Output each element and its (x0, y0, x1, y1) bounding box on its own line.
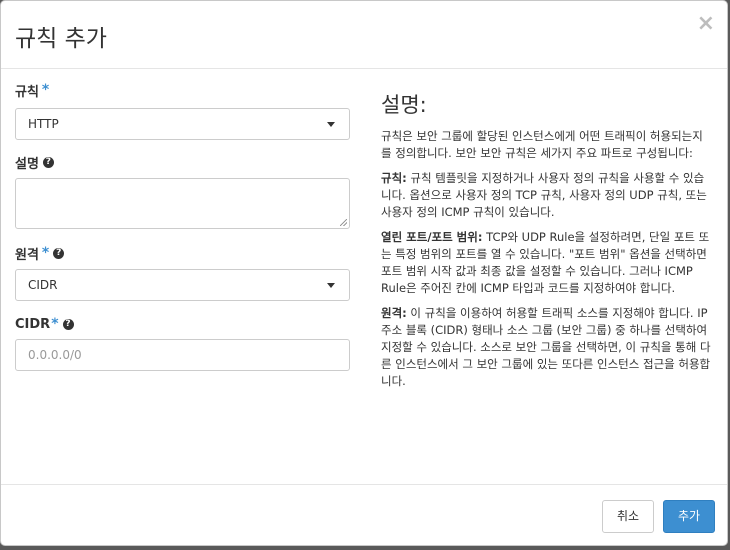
caret-down-icon (327, 122, 335, 127)
rule-select-value: HTTP (28, 117, 59, 131)
help-icon[interactable]: ? (62, 318, 74, 330)
help-port-term: 열린 포트/포트 범위: (381, 230, 483, 244)
description-textarea[interactable] (15, 178, 350, 229)
help-rule-term: 규칙: (381, 171, 407, 185)
help-rule-paragraph: 규칙: 규칙 템플릿을 지정하거나 사용자 정의 규칙을 사용할 수 있습니다.… (381, 170, 711, 221)
help-remote-paragraph: 원격: 이 규칙을 이용하여 허용할 트래픽 소스를 지정해야 합니다. IP … (381, 305, 711, 390)
cidr-label: CIDR * ? (15, 315, 74, 333)
help-icon[interactable]: ? (42, 156, 54, 168)
help-title: 설명: (381, 93, 427, 117)
help-remote-term: 원격: (381, 306, 407, 320)
help-icon[interactable]: ? (53, 247, 65, 259)
dialog-title: 규칙 추가 (15, 26, 107, 52)
remote-label: 원격 * ? (15, 244, 65, 263)
description-label: 설명 ? (15, 153, 54, 172)
required-icon: * (41, 245, 50, 261)
remote-label-text: 원격 (15, 247, 39, 263)
add-rule-dialog: 규칙 추가 × 규칙 * HTTP 설명 ? 원격 * ? CIDR CIDR … (0, 0, 728, 546)
remote-select-value: CIDR (28, 278, 58, 292)
help-port-paragraph: 열린 포트/포트 범위: TCP와 UDP Rule을 설정하려면, 단일 포트… (381, 229, 711, 297)
help-intro: 규칙은 보안 그룹에 할당된 인스턴스에게 어떤 트래픽이 허용되는지를 정의합… (381, 129, 703, 160)
add-button[interactable]: 추가 (663, 500, 715, 533)
required-icon: * (41, 82, 50, 98)
help-rule-text: 규칙 템플릿을 지정하거나 사용자 정의 규칙을 사용할 수 있습니다. 옵션으… (381, 171, 707, 219)
rule-label-text: 규칙 (15, 84, 39, 100)
rule-label: 규칙 * (15, 81, 50, 100)
cancel-button[interactable]: 취소 (602, 500, 654, 533)
dialog-header: 규칙 추가 × (1, 1, 727, 69)
description-label-text: 설명 (15, 156, 39, 172)
cidr-input[interactable]: 0.0.0.0/0 (15, 339, 350, 371)
dialog-footer: 취소 추가 (1, 484, 727, 547)
remote-select[interactable]: CIDR (15, 269, 350, 301)
caret-down-icon (327, 283, 335, 288)
help-panel: 설명: 규칙은 보안 그룹에 할당된 인스턴스에게 어떤 트래픽이 허용되는지를… (381, 93, 711, 398)
cidr-label-text: CIDR (15, 316, 51, 332)
cidr-placeholder: 0.0.0.0/0 (28, 348, 82, 362)
close-icon[interactable]: × (697, 13, 715, 35)
required-icon: * (51, 316, 59, 332)
resize-handle-icon[interactable] (340, 219, 347, 226)
rule-select[interactable]: HTTP (15, 108, 350, 140)
help-remote-text: 이 규칙을 이용하여 허용할 트래픽 소스를 지정해야 합니다. IP 주소 블… (381, 306, 711, 388)
